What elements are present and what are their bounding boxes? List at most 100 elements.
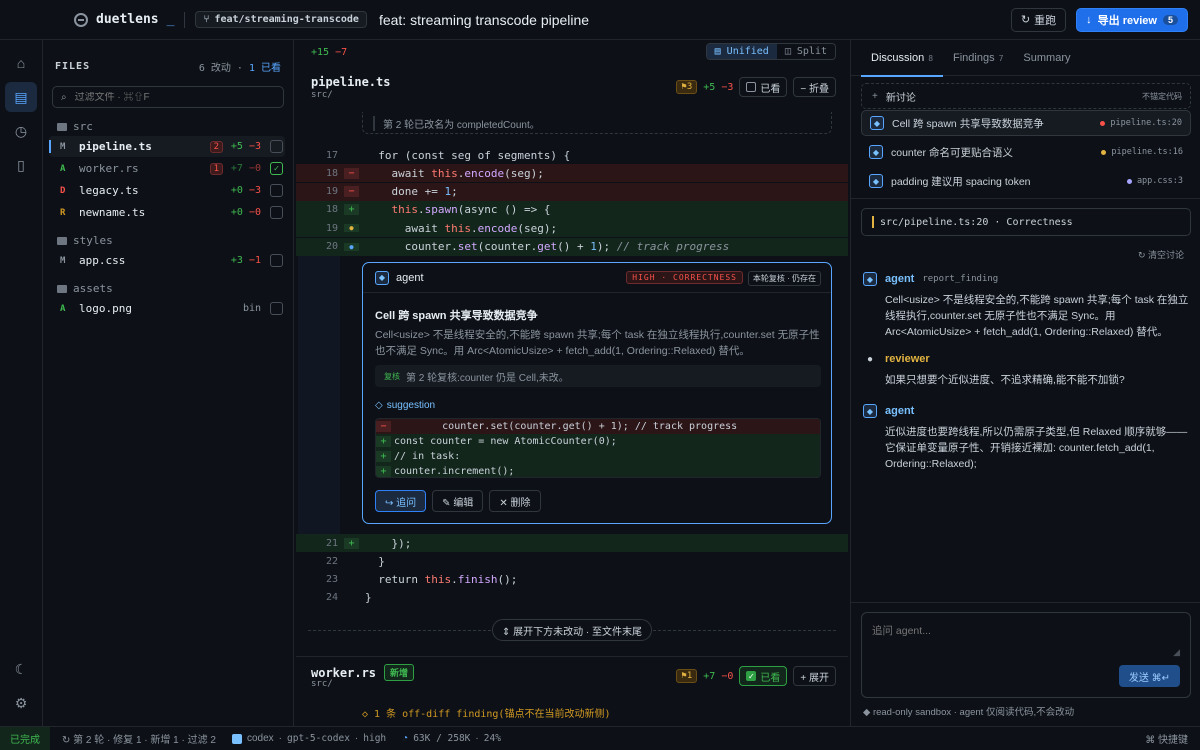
theme-moon-icon[interactable]: ☾ bbox=[5, 654, 37, 684]
file-filter[interactable]: ⌕ bbox=[52, 86, 284, 108]
settings-gear-icon[interactable]: ⚙ bbox=[5, 688, 37, 718]
mark-seen-button-checked[interactable]: ✓ 已看 bbox=[739, 666, 788, 686]
user-icon: ● bbox=[866, 353, 874, 365]
composer-input[interactable] bbox=[872, 623, 1172, 653]
code-line[interactable]: 19 ● await this.encode(seg); bbox=[296, 219, 848, 238]
line-marker: − bbox=[344, 167, 359, 179]
file-header-diff: +5 −3 bbox=[703, 81, 734, 93]
edit-button[interactable]: ✎ 编辑 bbox=[432, 490, 484, 512]
engine-status: codex · gpt-5-codex · high bbox=[231, 733, 386, 744]
codex-icon bbox=[231, 733, 242, 744]
rerun-button[interactable]: ↻ 重跑 bbox=[1010, 7, 1067, 32]
thread-item[interactable]: ◆ counter 命名可更贴合语义 pipeline.ts:16 bbox=[861, 139, 1191, 165]
shortcuts-button[interactable]: ⌘ 快捷键 bbox=[1145, 731, 1188, 746]
code-line[interactable]: 22 } bbox=[296, 552, 848, 570]
files-sidebar: FILES 6 改动 · 1 已看 ⌕ src M pipeline.ts 2 … bbox=[43, 40, 294, 726]
delete-button[interactable]: ✕ 删除 bbox=[489, 490, 541, 512]
file-row-worker[interactable]: A worker.rs 1 +7 −0 ✓ bbox=[49, 158, 285, 179]
code-line[interactable]: 19− done += 1; bbox=[296, 182, 848, 201]
code-line[interactable]: 18− await this.encode(seg); bbox=[296, 164, 848, 183]
code-line[interactable]: 20 ● counter.set(counter.get() + 1); // t… bbox=[296, 237, 848, 256]
file-row-app-css[interactable]: M app.css +3 −1 bbox=[49, 250, 285, 271]
file-diff: +0 −0 bbox=[230, 207, 261, 218]
thread-loc: pipeline.ts:20 bbox=[1100, 118, 1182, 128]
previous-note-text: 第 2 轮已改名为 completedCount。 bbox=[373, 116, 540, 131]
document-icon[interactable]: ▯ bbox=[5, 150, 37, 180]
line-code: await this.encode(seg); bbox=[365, 166, 544, 180]
changes-count: 6 改动 bbox=[198, 63, 231, 74]
thread-item[interactable]: ◆ padding 建议用 spacing token app.css:3 bbox=[861, 168, 1191, 194]
line-code: for (const seg of segments) { bbox=[365, 148, 571, 162]
thread-loc: pipeline.ts:16 bbox=[1101, 147, 1183, 157]
code-line[interactable]: 23 return this.finish(); bbox=[296, 571, 848, 589]
refresh-icon: ↻ bbox=[1020, 14, 1031, 26]
thread-item[interactable]: ◆ Cell 跨 spawn 共享导致数据竞争 pipeline.ts:20 bbox=[861, 110, 1191, 136]
file-row-logo[interactable]: A logo.png bin bbox=[49, 298, 285, 319]
binary-label: bin bbox=[242, 303, 261, 314]
message: ● reviewer 如果只想要个近似进度、不追求精确,能不能不加锁? bbox=[863, 352, 1189, 388]
view-split-button[interactable]: ◫ Split bbox=[777, 44, 835, 59]
card-title: Cell 跨 spawn 共享导致数据竞争 bbox=[375, 310, 538, 322]
discussion-panel: Discussion 8 Findings 7 Summary + 新讨论 不锚定代… bbox=[850, 40, 1200, 726]
thread-title: counter 命名可更贴合语义 bbox=[891, 146, 1013, 159]
seen-checkbox-checked[interactable]: ✓ bbox=[270, 162, 283, 175]
message-text: Cell<usize> 不是线程安全的,不能跨 spawn 共享;每个 task… bbox=[885, 294, 1189, 338]
code-line[interactable]: 24} bbox=[296, 589, 848, 607]
resize-handle-icon[interactable]: ◢ bbox=[1173, 647, 1180, 658]
view-unified-button[interactable]: ▤ Unified bbox=[706, 44, 777, 59]
reply-button[interactable]: ↪ 追问 bbox=[375, 490, 427, 512]
new-thread-button[interactable]: + 新讨论 不锚定代码 bbox=[861, 83, 1191, 109]
off-diff-finding-note[interactable]: ◇ 1 条 off-diff finding(锚点不在当前改动新侧) bbox=[362, 705, 610, 720]
file-diff: +5 −3 bbox=[230, 141, 261, 152]
clear-discussion-button[interactable]: ↻ 清空讨论 bbox=[1138, 248, 1184, 261]
diff-view: +15 −7 ▤ Unified ◫ Split pipeline.ts src… bbox=[296, 40, 848, 726]
tab-findings[interactable]: Findings 7 bbox=[943, 40, 1013, 76]
send-button[interactable]: 发送 ⌘↵ bbox=[1118, 665, 1180, 687]
folder-styles[interactable]: styles bbox=[57, 234, 113, 247]
card-author: agent bbox=[396, 271, 424, 284]
expand-file-button[interactable]: + 展开 bbox=[793, 666, 836, 686]
seen-checkbox[interactable] bbox=[270, 184, 283, 197]
composer: ◢ 发送 ⌘↵ bbox=[861, 612, 1191, 698]
status-bar: 已完成 ↻ 第 2 轮 · 修复 1 · 新增 1 · 过滤 2 codex ·… bbox=[0, 726, 1200, 750]
file-status: A bbox=[60, 163, 66, 174]
card-header: ◆ agent HIGH · CORRECTNESS 本轮复核 · 仍存在 bbox=[363, 263, 831, 293]
file-row-legacy[interactable]: D legacy.ts +0 −3 bbox=[49, 180, 285, 201]
line-number: 17 bbox=[325, 149, 338, 161]
line-marker: − bbox=[344, 186, 359, 198]
collapse-button[interactable]: − 折叠 bbox=[793, 77, 836, 97]
code-line[interactable]: 17 for (const seg of segments) { bbox=[296, 146, 848, 164]
thread-location-text: src/pipeline.ts:20 · Correctness bbox=[880, 216, 1073, 228]
mark-seen-button[interactable]: 已看 bbox=[739, 77, 788, 97]
seen-checkbox[interactable] bbox=[270, 254, 283, 267]
folder-assets[interactable]: assets bbox=[57, 282, 113, 295]
folder-src[interactable]: src bbox=[57, 120, 93, 133]
files-icon[interactable]: ▤ bbox=[5, 82, 37, 112]
tab-summary[interactable]: Summary bbox=[1013, 40, 1080, 76]
status-done: 已完成 bbox=[0, 726, 50, 750]
code-line[interactable]: 18 + this.spawn(async () => { bbox=[296, 200, 848, 219]
tab-discussion[interactable]: Discussion 8 bbox=[861, 40, 944, 77]
file-name: newname.ts bbox=[79, 206, 146, 219]
seen-checkbox[interactable] bbox=[270, 206, 283, 219]
code-line[interactable]: 21 + }); bbox=[296, 534, 848, 552]
branch-chip[interactable]: ⑂ feat/streaming-transcode bbox=[195, 11, 367, 28]
message: ◆ agent report_finding Cell<usize> 不是线程安全的,… bbox=[863, 272, 1189, 340]
seen-checkbox[interactable] bbox=[270, 302, 283, 315]
spinner-icon: ◔ bbox=[402, 733, 409, 744]
card-body: Cell<usize> 不是线程安全的,不能跨 spawn 共享;每个 task… bbox=[375, 329, 820, 357]
thread-location[interactable]: src/pipeline.ts:20 · Correctness bbox=[861, 208, 1191, 236]
finding-badge: 2 bbox=[209, 140, 223, 153]
brand-cursor: _ bbox=[166, 12, 175, 27]
history-icon[interactable]: ◷ bbox=[5, 116, 37, 146]
file-filter-input[interactable] bbox=[74, 91, 265, 103]
thread-loc: app.css:3 bbox=[1126, 176, 1183, 186]
line-marker: + bbox=[344, 204, 359, 216]
export-review-button[interactable]: ↓ 导出 review 5 bbox=[1076, 7, 1188, 32]
agent-avatar-icon: ◆ bbox=[869, 145, 883, 159]
file-row-newname[interactable]: R newname.ts +0 −0 bbox=[49, 202, 285, 223]
home-icon[interactable]: ⌂ bbox=[5, 48, 37, 78]
seen-checkbox[interactable] bbox=[270, 140, 283, 153]
file-row-pipeline[interactable]: M pipeline.ts 2 +5 −3 bbox=[49, 136, 285, 157]
expand-unchanged-button[interactable]: ⇕ 展开下方未改动 · 至文件末尾 bbox=[492, 619, 653, 641]
